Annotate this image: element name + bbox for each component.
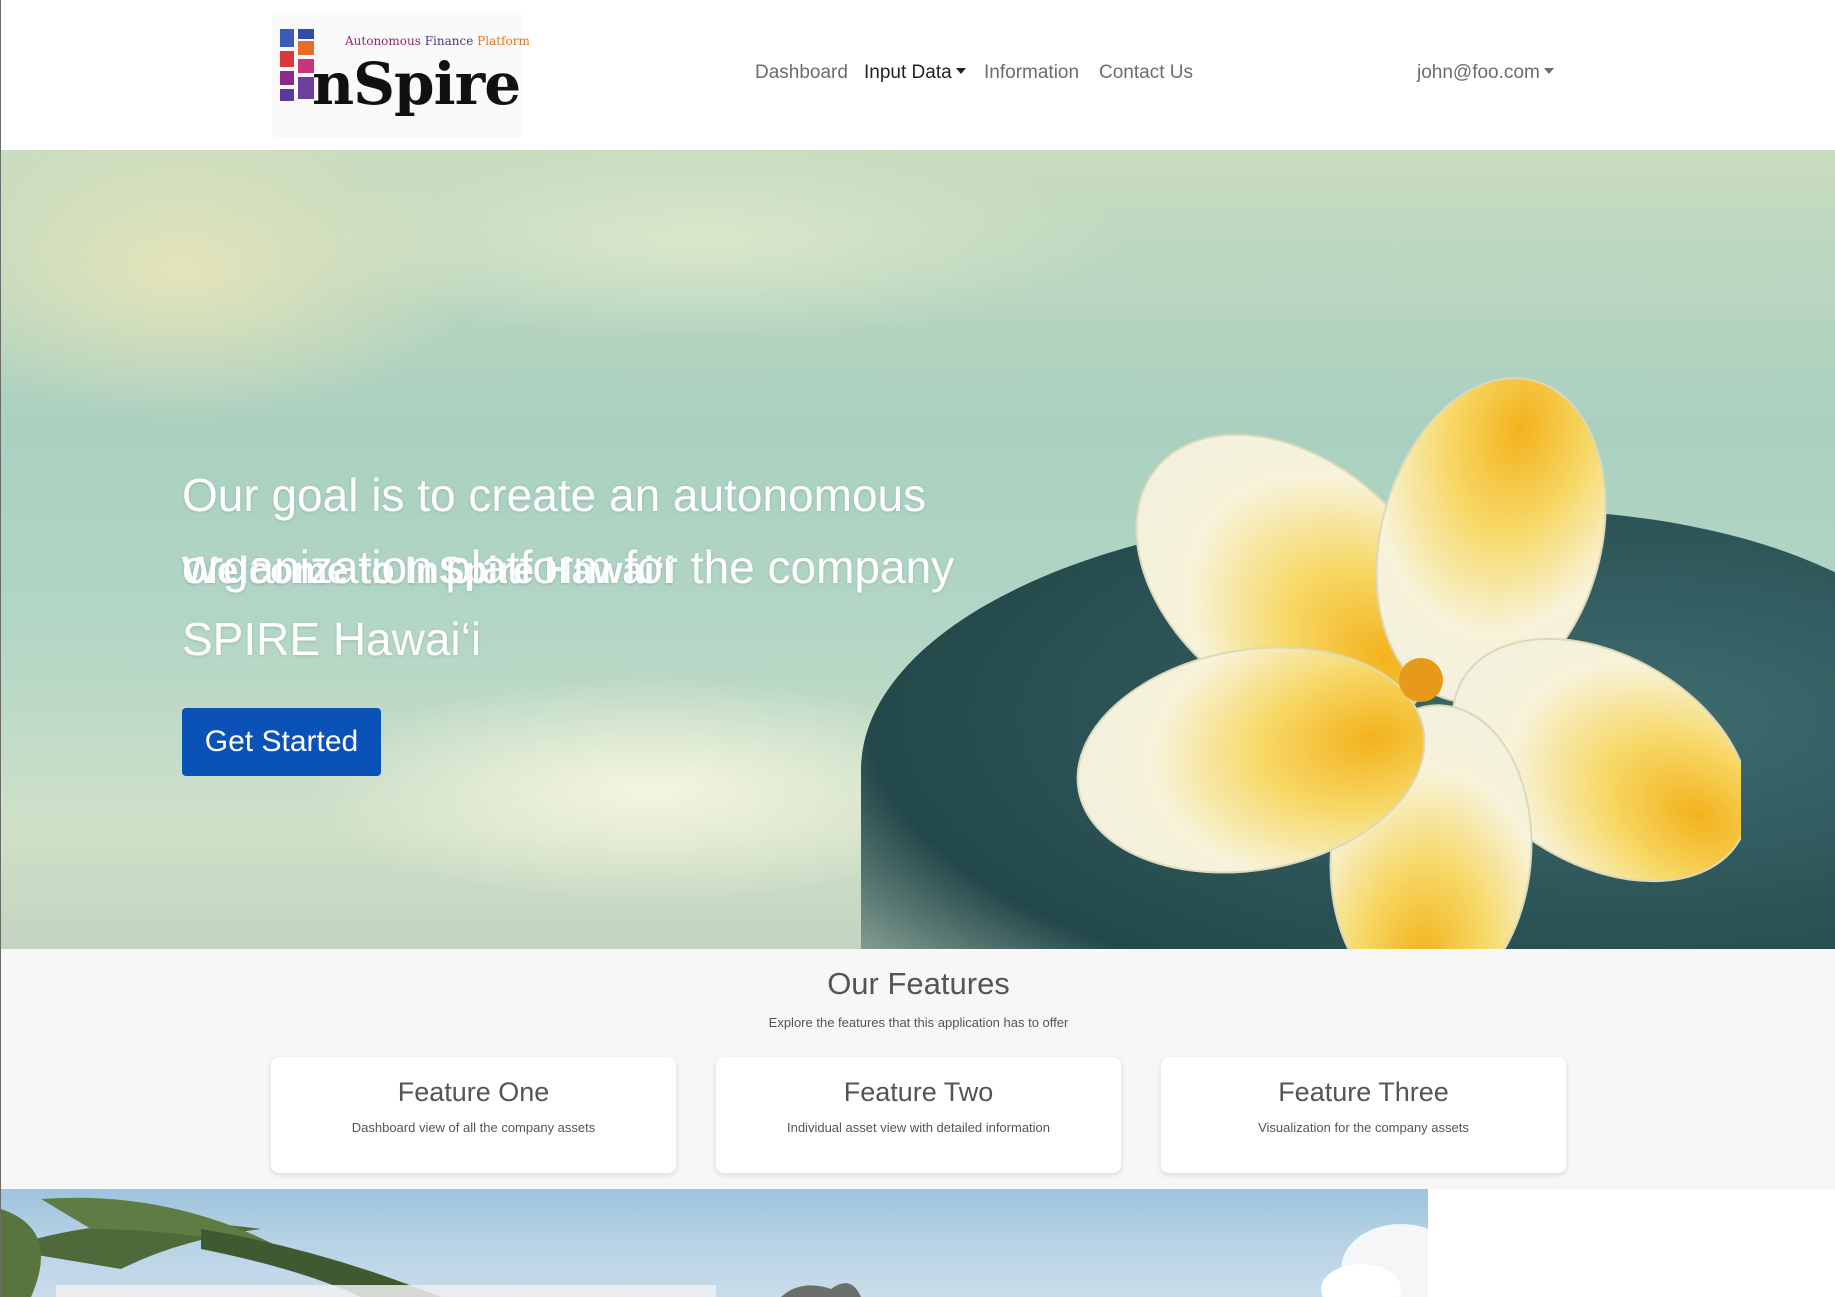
feature-card-title: Feature Two [843, 1077, 994, 1107]
chevron-down-icon [955, 68, 966, 75]
navbar: Autonomous Finance Platform nSpire Dashb… [1, 0, 1835, 150]
user-email: john@foo.com [1417, 62, 1540, 83]
nav-information[interactable]: Information [984, 62, 1079, 84]
features-subtitle: Explore the features that this applicati… [768, 1015, 1069, 1030]
hero-goal-line-3: SPIRE Hawai‘i [182, 613, 482, 665]
feature-card-description: Individual asset view with detailed info… [786, 1120, 1051, 1135]
nav-input-data-label: Input Data [864, 62, 952, 83]
features-section: Our Features Explore the features that t… [1, 949, 1835, 1189]
get-started-button[interactable]: Get Started [182, 708, 381, 776]
features-title: Our Features [827, 966, 1010, 1001]
page-background [1428, 1189, 1835, 1297]
feature-card-two[interactable]: Feature Two Individual asset view with d… [716, 1057, 1121, 1173]
banner-panel [56, 1285, 716, 1297]
logo-tagline: Autonomous Finance Platform [345, 34, 530, 48]
inspire-logo[interactable]: Autonomous Finance Platform nSpire [272, 12, 530, 138]
hero-goal-line-1: Our goal is to create an autonomous [182, 469, 927, 521]
feature-card-title: Feature One [397, 1077, 550, 1107]
feature-card-description: Dashboard view of all the company assets [351, 1120, 596, 1135]
feature-card-title: Feature Three [1278, 1077, 1449, 1107]
user-menu-dropdown[interactable]: john@foo.com [1417, 62, 1554, 84]
nav-contact-us[interactable]: Contact Us [1099, 62, 1193, 84]
feature-card-description: Visualization for the company assets [1258, 1120, 1469, 1135]
feature-card-three[interactable]: Feature Three Visualization for the comp… [1161, 1057, 1566, 1173]
palm-tree-banner-image [1, 1189, 1428, 1297]
plumeria-flower-image [1076, 377, 1741, 949]
palm-tree-image [1, 1197, 1428, 1297]
hero-goal-line-2: organization platform for the company [182, 541, 955, 593]
logo-wordmark: nSpire [312, 50, 521, 118]
feature-card-one[interactable]: Feature One Dashboard view of all the co… [271, 1057, 676, 1173]
chevron-down-icon [1543, 68, 1554, 75]
nav-input-data-dropdown[interactable]: Input Data [864, 62, 966, 84]
hero-banner: Welcome to InSpire Hawai‘i Our goal is t… [1, 150, 1835, 949]
nav-dashboard[interactable]: Dashboard [755, 62, 848, 84]
